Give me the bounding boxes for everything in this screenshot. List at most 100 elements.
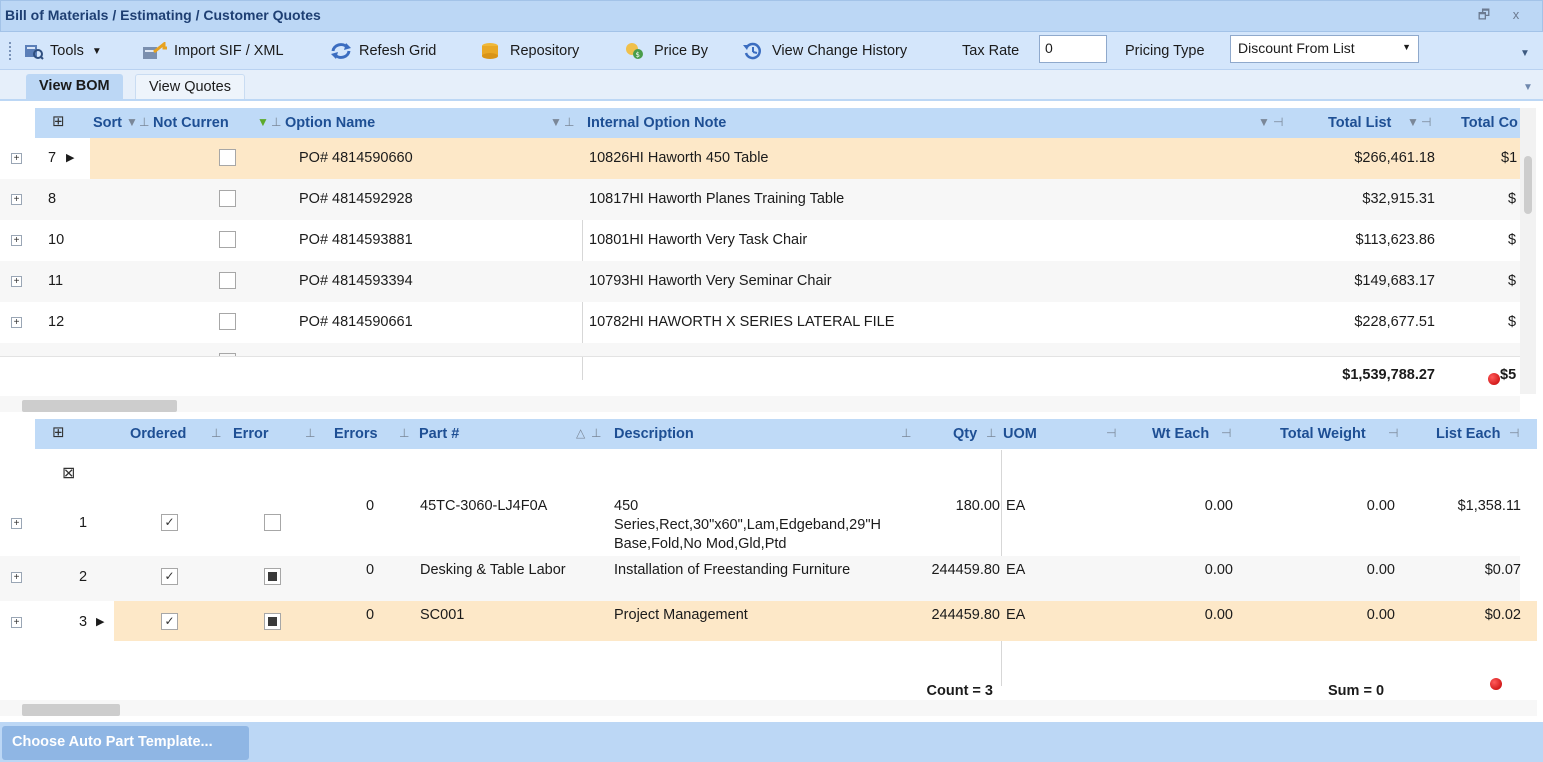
not-current-checkbox[interactable] bbox=[219, 149, 236, 166]
col-list-each[interactable]: List Each bbox=[1436, 419, 1500, 449]
restore-window-icon[interactable]: 🗗 bbox=[1475, 6, 1493, 24]
column-chooser-icon[interactable]: ⊞ bbox=[52, 108, 65, 138]
error-checkbox[interactable] bbox=[264, 613, 281, 630]
bom-vertical-scrollbar[interactable] bbox=[1520, 108, 1536, 394]
tab-view-bom[interactable]: View BOM bbox=[26, 74, 123, 100]
pin-icon[interactable]: ⊣ bbox=[1388, 419, 1398, 449]
table-row[interactable]: + 7 ▶ PO# 4814590660 10826HI Haworth 450… bbox=[0, 138, 1520, 179]
scrollbar-thumb[interactable] bbox=[22, 704, 120, 716]
table-row[interactable]: + 8 PO# 4814592928 10817HI Haworth Plane… bbox=[0, 179, 1520, 220]
not-current-checkbox[interactable] bbox=[219, 272, 236, 289]
pin-icon[interactable]: ⊣ bbox=[1421, 108, 1431, 138]
pin-icon[interactable]: ⊥ bbox=[399, 419, 409, 449]
pin-icon[interactable]: ⊥ bbox=[139, 108, 149, 138]
repository-button[interactable]: Repository bbox=[480, 32, 579, 70]
column-chooser-icon[interactable]: ⊞ bbox=[52, 419, 65, 449]
col-uom[interactable]: UOM bbox=[1003, 419, 1037, 449]
col-not-current[interactable]: Not Curren bbox=[153, 108, 229, 138]
pin-icon[interactable]: ⊥ bbox=[564, 108, 574, 138]
refresh-grid-button[interactable]: Refesh Grid bbox=[329, 32, 436, 70]
error-checkbox[interactable] bbox=[264, 568, 281, 585]
errors-count: 0 bbox=[366, 607, 375, 623]
pin-icon[interactable]: ⊥ bbox=[986, 419, 996, 449]
view-change-history-button[interactable]: View Change History bbox=[742, 32, 907, 70]
error-indicator-icon bbox=[1490, 678, 1502, 690]
table-row[interactable]: + 3 ▶ ✓ 0 SC001 Project Management 24445… bbox=[0, 601, 1521, 641]
table-row[interactable]: + 11 PO# 4814593394 10793HI Haworth Very… bbox=[0, 261, 1520, 302]
pin-icon[interactable]: ⊣ bbox=[1509, 419, 1519, 449]
expand-icon[interactable]: + bbox=[11, 153, 22, 164]
expand-icon[interactable]: + bbox=[11, 572, 22, 583]
pin-icon[interactable]: ⊣ bbox=[1106, 419, 1116, 449]
filter-active-icon[interactable]: ▼ bbox=[257, 108, 269, 138]
row-sort: 12 bbox=[48, 314, 65, 330]
not-current-checkbox[interactable] bbox=[219, 231, 236, 248]
ordered-checkbox[interactable]: ✓ bbox=[161, 514, 178, 531]
svg-text:$: $ bbox=[636, 51, 640, 59]
table-row[interactable]: + 12 PO# 4814590661 10782HI HAWORTH X SE… bbox=[0, 302, 1520, 343]
description-line: Series,Rect,30"x60",Lam,Edgeband,29"H bbox=[614, 517, 881, 533]
sort-ascending-icon[interactable]: △ bbox=[576, 419, 585, 449]
col-total-list[interactable]: Total List bbox=[1328, 108, 1391, 138]
bom-horizontal-scrollbar[interactable] bbox=[0, 396, 1520, 412]
scrollbar-thumb[interactable] bbox=[1524, 156, 1532, 214]
pin-icon[interactable]: ⊥ bbox=[271, 108, 281, 138]
col-part-number[interactable]: Part # bbox=[419, 419, 459, 449]
pricing-type-value: Discount From List bbox=[1238, 40, 1355, 56]
expand-icon[interactable]: + bbox=[11, 276, 22, 287]
parts-horizontal-scrollbar[interactable] bbox=[0, 700, 1537, 716]
pin-icon[interactable]: ⊥ bbox=[591, 419, 601, 449]
expand-icon[interactable]: + bbox=[11, 617, 22, 628]
col-description[interactable]: Description bbox=[614, 419, 694, 449]
table-row[interactable]: + 2 ✓ 0 Desking & Table Labor Installati… bbox=[0, 556, 1521, 601]
filter-icon[interactable]: ▼ bbox=[1407, 108, 1419, 138]
col-qty[interactable]: Qty bbox=[953, 419, 977, 449]
not-current-checkbox[interactable] bbox=[219, 190, 236, 207]
col-wt-each[interactable]: Wt Each bbox=[1152, 419, 1209, 449]
table-row[interactable]: + 10 PO# 4814593881 10801HI Haworth Very… bbox=[0, 220, 1520, 261]
tools-menu-button[interactable]: Tools ▼ bbox=[24, 32, 102, 70]
pricing-type-select[interactable]: Discount From List ▼ bbox=[1230, 35, 1419, 63]
col-total-weight[interactable]: Total Weight bbox=[1280, 419, 1366, 449]
tax-rate-input[interactable]: 0 bbox=[1039, 35, 1107, 63]
col-errors[interactable]: Errors bbox=[334, 419, 378, 449]
ordered-checkbox[interactable]: ✓ bbox=[161, 613, 178, 630]
col-total-cost[interactable]: Total Co bbox=[1461, 108, 1518, 138]
pin-icon[interactable]: ⊣ bbox=[1221, 419, 1231, 449]
col-sort[interactable]: Sort bbox=[93, 108, 122, 138]
option-name: PO# 4814590660 bbox=[299, 150, 413, 166]
filter-icon[interactable]: ▼ bbox=[550, 108, 562, 138]
pin-icon[interactable]: ⊣ bbox=[1273, 108, 1283, 138]
option-name: PO# 4814593394 bbox=[299, 273, 413, 289]
ordered-checkbox[interactable]: ✓ bbox=[161, 568, 178, 585]
pin-icon[interactable]: ⊥ bbox=[305, 419, 315, 449]
filter-icon[interactable]: ▼ bbox=[126, 108, 138, 138]
table-row[interactable]: + 1 ✓ 0 45TC-3060-LJ4F0A 450 Series,Rect… bbox=[0, 488, 1521, 556]
new-row-icon[interactable]: ⊠ bbox=[62, 463, 75, 483]
col-internal-option-note[interactable]: Internal Option Note bbox=[587, 108, 726, 138]
toolbar-grip[interactable] bbox=[9, 42, 12, 60]
expand-icon[interactable]: + bbox=[11, 194, 22, 205]
total-weight: 0.00 bbox=[1366, 607, 1395, 623]
close-window-icon[interactable]: x bbox=[1507, 6, 1525, 24]
tab-overflow-icon[interactable]: ▼ bbox=[1523, 82, 1533, 93]
col-option-name[interactable]: Option Name bbox=[285, 108, 375, 138]
pin-icon[interactable]: ⊥ bbox=[901, 419, 911, 449]
import-sif-button[interactable]: Import SIF / XML bbox=[142, 32, 284, 70]
database-icon bbox=[482, 43, 498, 59]
tab-view-quotes[interactable]: View Quotes bbox=[135, 74, 245, 100]
expand-icon[interactable]: + bbox=[11, 235, 22, 246]
pin-icon[interactable]: ⊥ bbox=[211, 419, 221, 449]
col-ordered[interactable]: Ordered bbox=[130, 419, 186, 449]
not-current-checkbox[interactable] bbox=[219, 313, 236, 330]
choose-auto-part-template-button[interactable]: Choose Auto Part Template... bbox=[2, 726, 249, 760]
expand-icon[interactable]: + bbox=[11, 317, 22, 328]
price-by-button[interactable]: $ Price By bbox=[624, 32, 708, 70]
filter-icon[interactable]: ▼ bbox=[1258, 108, 1270, 138]
toolbar-overflow-icon[interactable]: ▼ bbox=[1520, 48, 1530, 59]
col-error[interactable]: Error bbox=[233, 419, 268, 449]
expand-icon[interactable]: + bbox=[11, 518, 22, 529]
error-checkbox[interactable] bbox=[264, 514, 281, 531]
scrollbar-thumb[interactable] bbox=[22, 400, 177, 412]
total-cost: $1 bbox=[1501, 150, 1518, 166]
